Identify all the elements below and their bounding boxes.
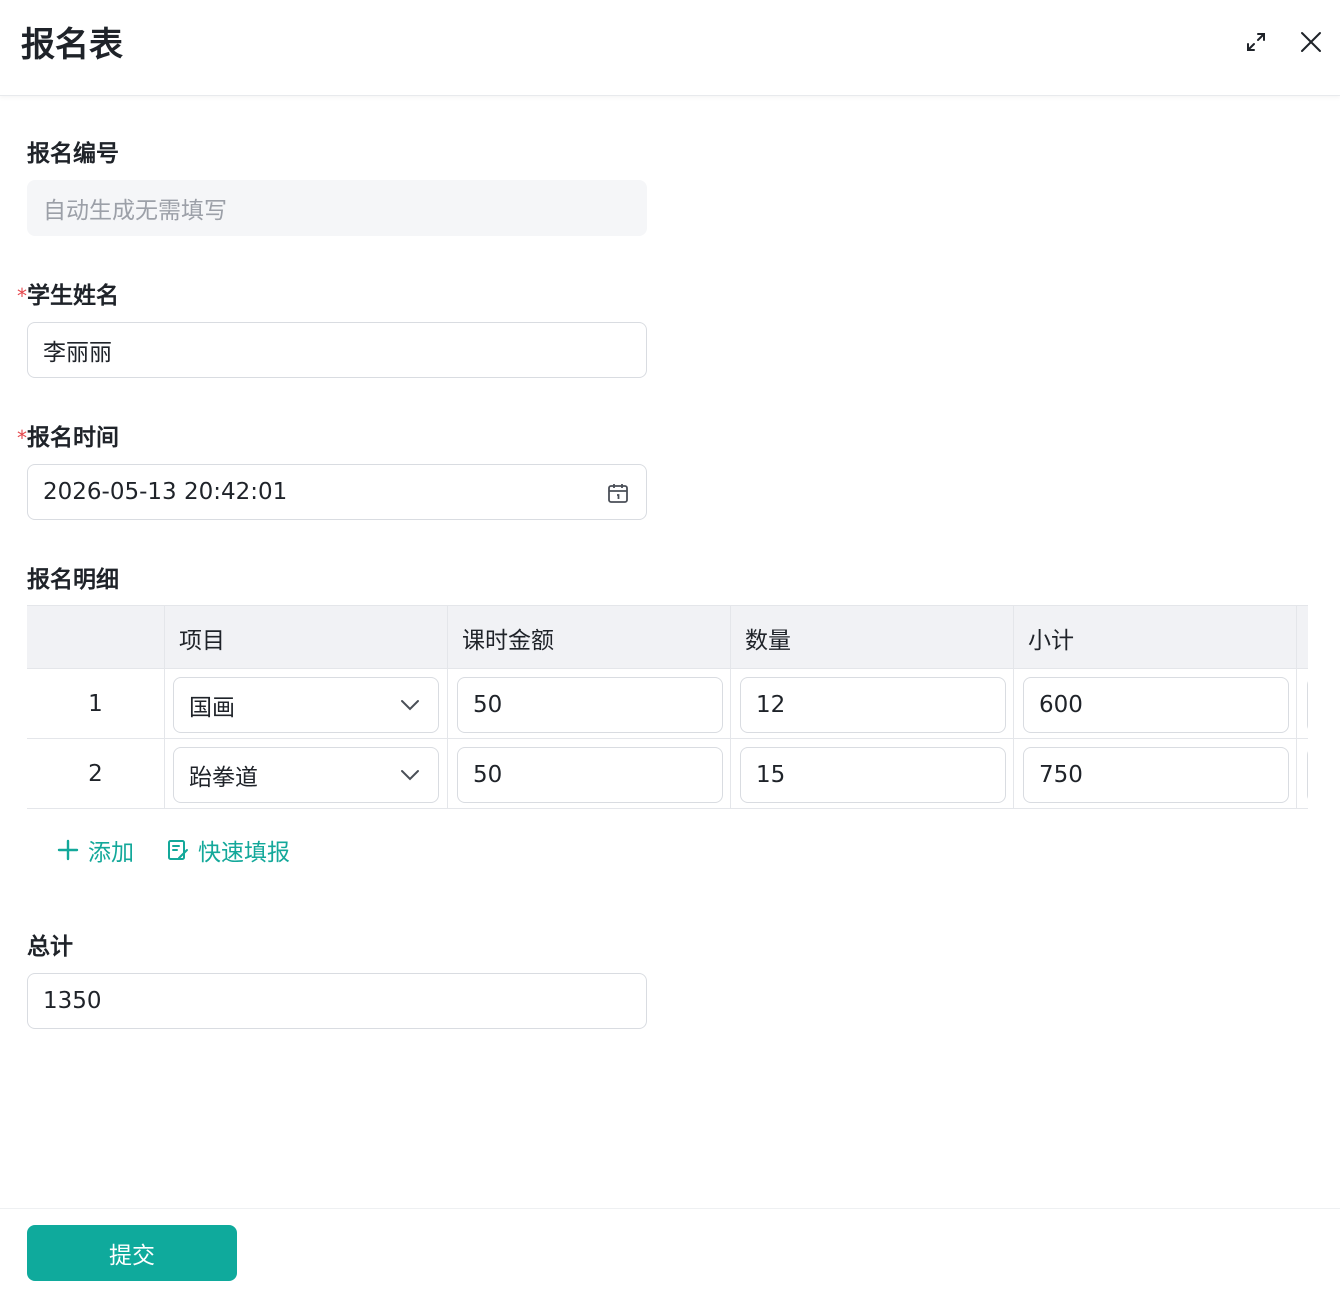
header-qty: 数量	[730, 606, 1013, 669]
cell-price: 50	[447, 739, 730, 808]
header-subtotal: 小计	[1013, 606, 1296, 669]
item-select[interactable]: 跆拳道	[173, 747, 439, 803]
total-field[interactable]: 1350	[27, 973, 647, 1029]
calendar-icon[interactable]	[606, 481, 630, 505]
header-index	[27, 606, 164, 669]
add-row-button[interactable]: 添加	[56, 833, 134, 867]
number-field: 自动生成无需填写	[27, 180, 647, 236]
item-select[interactable]: 国画	[173, 677, 439, 733]
add-row-label: 添加	[88, 840, 134, 866]
table-row: 2 跆拳道 50 15 750	[27, 739, 1308, 809]
cell-item: 跆拳道	[164, 739, 447, 808]
subtotal-input-value: 750	[1039, 762, 1083, 788]
table-actions: 添加 快速填报	[56, 832, 290, 868]
subtotal-input-value: 600	[1039, 692, 1083, 718]
registration-time-value: 2026-05-13 20:42:01	[43, 479, 288, 505]
details-table: 项目 课时金额 数量 小计 1 国画 50 12 600 2 跆拳道 50 15…	[27, 605, 1308, 809]
extra-input[interactable]	[1307, 677, 1308, 733]
time-label-text: 报名时间	[27, 425, 119, 451]
header-extra	[1296, 606, 1308, 669]
total-label: 总计	[27, 934, 73, 960]
header-item: 项目	[164, 606, 447, 669]
required-mark: *	[17, 426, 27, 450]
required-mark: *	[17, 284, 27, 308]
plus-icon	[57, 839, 79, 861]
edit-form-icon	[168, 840, 188, 860]
student-label: * 学生姓名	[17, 281, 119, 311]
cell-subtotal: 600	[1013, 669, 1296, 738]
cell-price: 50	[447, 669, 730, 738]
row-index: 2	[88, 760, 103, 787]
submit-button[interactable]: 提交	[27, 1225, 237, 1281]
student-name-value: 李丽丽	[43, 340, 112, 366]
close-icon[interactable]	[1297, 28, 1325, 56]
dialog-title: 报名表	[21, 25, 123, 65]
cell-extra	[1296, 739, 1308, 808]
dialog-header: 报名表	[0, 0, 1340, 96]
price-input-value: 50	[473, 692, 503, 718]
cell-qty: 15	[730, 739, 1013, 808]
quick-fill-button[interactable]: 快速填报	[166, 833, 290, 867]
qty-input-value: 12	[756, 692, 786, 718]
price-input[interactable]: 50	[457, 677, 723, 733]
header-price: 课时金额	[447, 606, 730, 669]
table-row: 1 国画 50 12 600	[27, 669, 1308, 739]
qty-input[interactable]: 15	[740, 747, 1006, 803]
chevron-down-icon	[401, 770, 419, 781]
qty-input[interactable]: 12	[740, 677, 1006, 733]
student-name-field[interactable]: 李丽丽	[27, 322, 647, 378]
student-label-text: 学生姓名	[27, 283, 119, 309]
qty-input-value: 15	[756, 762, 786, 788]
subtotal-input[interactable]: 750	[1023, 747, 1289, 803]
total-value: 1350	[43, 988, 102, 1014]
cell-subtotal: 750	[1013, 739, 1296, 808]
subtotal-input[interactable]: 600	[1023, 677, 1289, 733]
cell-extra	[1296, 669, 1308, 738]
table-header: 项目 课时金额 数量 小计	[27, 606, 1308, 669]
row-index: 1	[88, 690, 103, 717]
item-select-value: 国画	[189, 695, 235, 721]
price-input[interactable]: 50	[457, 747, 723, 803]
number-label: 报名编号	[27, 141, 119, 167]
cell-qty: 12	[730, 669, 1013, 738]
time-label: * 报名时间	[17, 423, 119, 453]
extra-input[interactable]	[1307, 747, 1308, 803]
cell-item: 国画	[164, 669, 447, 738]
expand-icon[interactable]	[1242, 28, 1270, 56]
registration-time-field[interactable]: 2026-05-13 20:42:01	[27, 464, 647, 520]
details-label: 报名明细	[27, 567, 119, 593]
item-select-value: 跆拳道	[189, 765, 258, 791]
price-input-value: 50	[473, 762, 503, 788]
quick-fill-label: 快速填报	[198, 840, 290, 866]
footer-divider	[0, 1208, 1340, 1209]
chevron-down-icon	[401, 700, 419, 711]
